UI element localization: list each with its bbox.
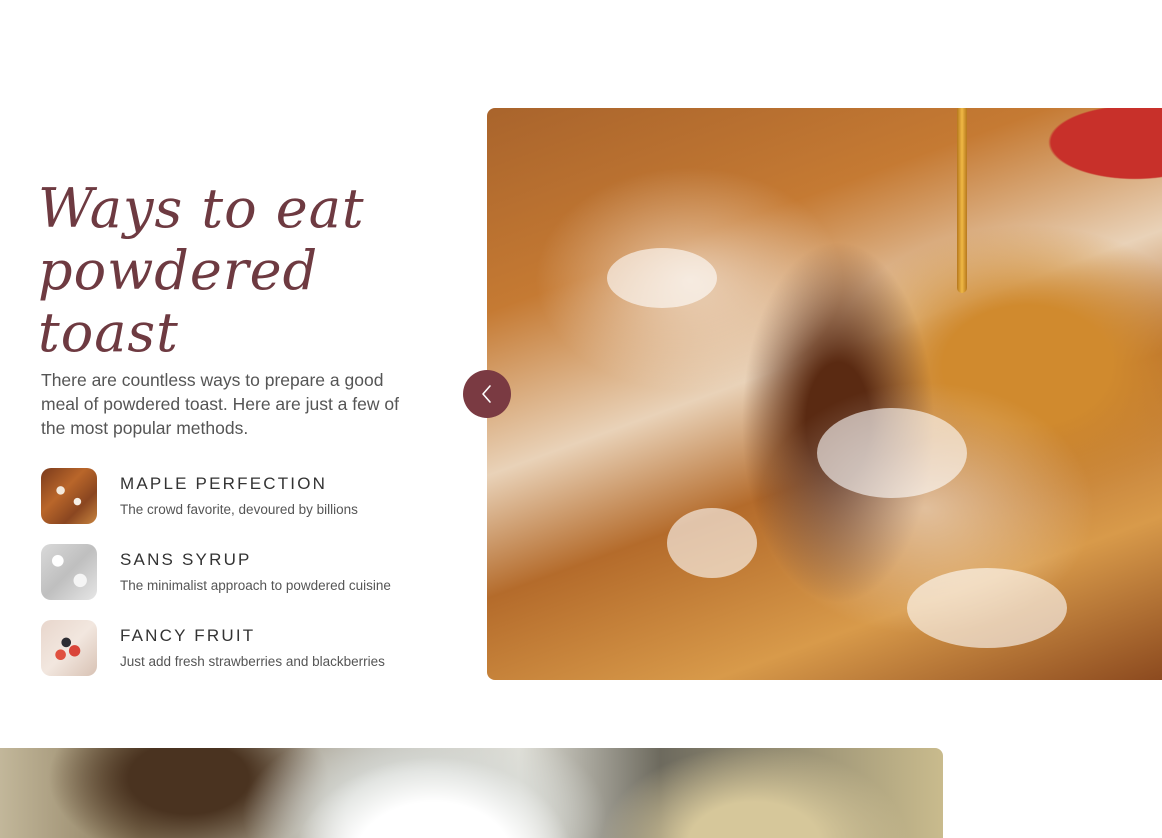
section-heading: Ways to eat powdered toast: [38, 178, 418, 364]
method-item-sans-syrup: SANS SYRUP The minimalist approach to po…: [41, 544, 461, 600]
carousel-image: [487, 108, 1162, 680]
heading-line-1: Ways to eat: [38, 177, 365, 240]
sugar-dusting: [607, 248, 717, 308]
chevron-left-icon: [482, 385, 491, 403]
carousel-prev-button[interactable]: [463, 370, 511, 418]
intro-text: There are countless ways to prepare a go…: [41, 370, 399, 438]
plain-toast-thumbnail: [41, 544, 97, 600]
method-title: FANCY FRUIT: [120, 626, 256, 645]
method-item-fancy-fruit: FANCY FRUIT Just add fresh strawberries …: [41, 620, 461, 676]
fruit-toast-thumbnail: [41, 620, 97, 676]
sugar-dusting: [817, 408, 967, 498]
method-title: MAPLE PERFECTION: [120, 474, 328, 493]
method-description: The crowd favorite, devoured by billions: [120, 502, 358, 517]
page: Ways to eat powdered toast There are cou…: [0, 0, 1162, 838]
methods-list: MAPLE PERFECTION The crowd favorite, dev…: [41, 468, 461, 696]
method-description: Just add fresh strawberries and blackber…: [120, 654, 385, 669]
syrup-drizzle: [957, 108, 967, 293]
method-description: The minimalist approach to powdered cuis…: [120, 578, 391, 593]
sugar-dusting: [907, 568, 1067, 648]
heading-line-2: powdered toast: [38, 239, 319, 364]
method-item-maple-perfection: MAPLE PERFECTION The crowd favorite, dev…: [41, 468, 461, 524]
method-title: SANS SYRUP: [120, 550, 252, 569]
maple-toast-thumbnail: [41, 468, 97, 524]
sugar-dusting: [667, 508, 757, 578]
next-section-image: [0, 748, 943, 838]
